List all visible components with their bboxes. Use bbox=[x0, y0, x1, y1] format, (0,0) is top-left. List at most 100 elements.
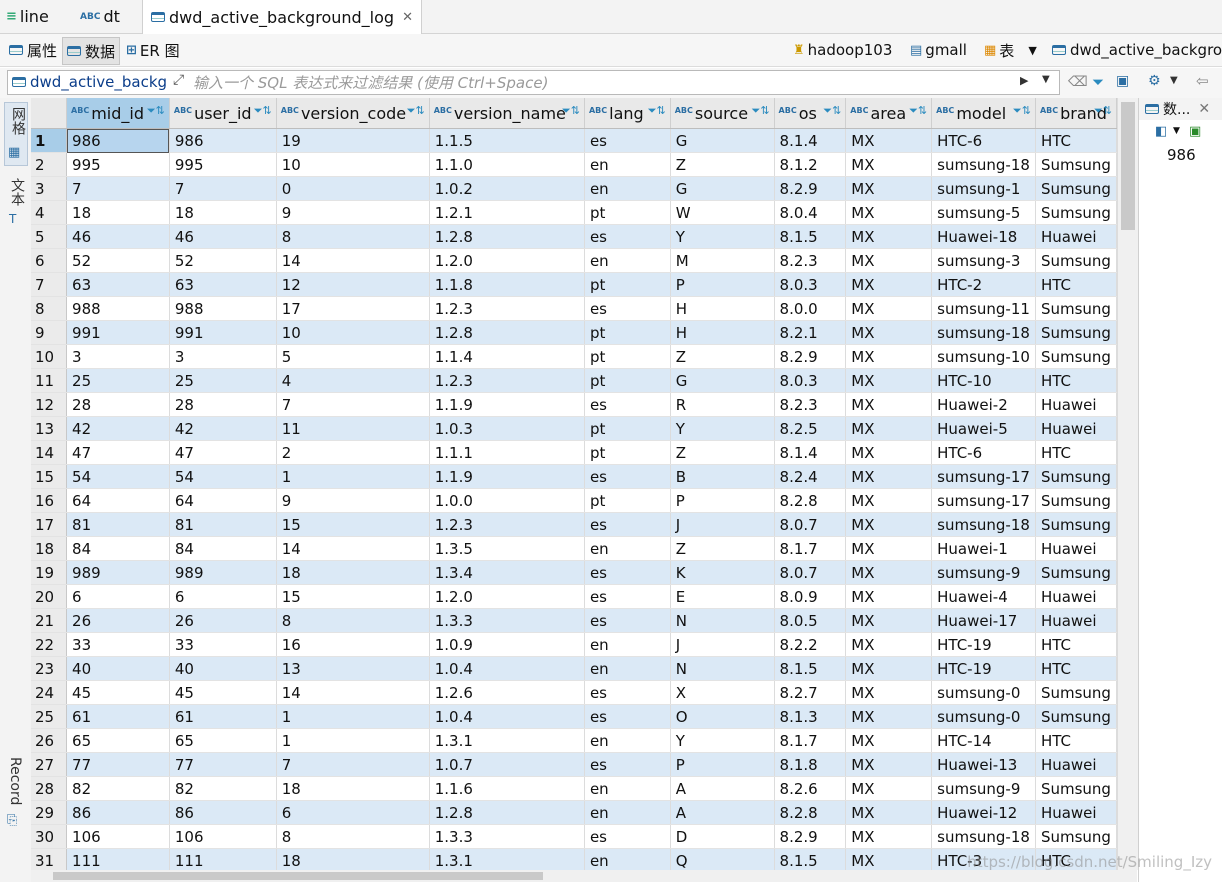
table-cell-model[interactable]: Huawei-2 bbox=[931, 392, 1036, 417]
table-cell-source[interactable]: P bbox=[670, 488, 775, 513]
table-cell-brand[interactable]: Sumsung bbox=[1035, 824, 1117, 849]
table-cell-lang[interactable]: es bbox=[584, 392, 671, 417]
table-cell-user-id[interactable]: 77 bbox=[169, 752, 277, 777]
table-cell-lang[interactable]: pt bbox=[584, 488, 671, 513]
sort-filter-icon[interactable]: ⏷⇅ bbox=[648, 104, 666, 118]
table-cell-mid-id[interactable]: 64 bbox=[66, 488, 170, 513]
table-cell-version-code[interactable]: 1 bbox=[276, 704, 430, 729]
table-cell-os[interactable]: 8.1.8 bbox=[774, 752, 847, 777]
table-cell-model[interactable]: sumsung-5 bbox=[931, 200, 1036, 225]
table-cell-area[interactable]: MX bbox=[845, 320, 933, 345]
horizontal-scrollbar[interactable] bbox=[31, 870, 1137, 882]
column-header-source[interactable]: ABC source ⏷⇅ bbox=[670, 98, 775, 129]
table-cell-brand[interactable]: HTC bbox=[1035, 632, 1117, 657]
table-cell-version-code[interactable]: 9 bbox=[276, 488, 430, 513]
table-cell-model[interactable]: sumsung-17 bbox=[931, 464, 1036, 489]
table-cell-lang[interactable]: es bbox=[584, 584, 671, 609]
table-cell-user-id[interactable]: 84 bbox=[169, 536, 277, 561]
table-row[interactable]: 24 45 45 14 1.2.6 es X 8.2.7 MX sumsung-0 Sumsung bbox=[31, 680, 1117, 705]
table-cell-version-name[interactable]: 1.2.3 bbox=[429, 368, 585, 393]
table-cell-user-id[interactable]: 111 bbox=[169, 848, 277, 870]
table-cell-version-name[interactable]: 1.2.3 bbox=[429, 512, 585, 537]
table-cell-version-code[interactable]: 4 bbox=[276, 368, 430, 393]
table-cell-area[interactable]: MX bbox=[845, 128, 933, 153]
table-cell-lang[interactable]: pt bbox=[584, 368, 671, 393]
table-cell-source[interactable]: A bbox=[670, 776, 775, 801]
table-cell-lang[interactable]: es bbox=[584, 752, 671, 777]
table-cell-lang[interactable]: pt bbox=[584, 200, 671, 225]
row-number[interactable]: 19 bbox=[31, 560, 68, 585]
table-cell-mid-id[interactable]: 7 bbox=[66, 176, 170, 201]
row-number[interactable]: 14 bbox=[31, 440, 68, 465]
table-cell-source[interactable]: N bbox=[670, 608, 775, 633]
record-mode-button[interactable]: Record ⎘ bbox=[4, 753, 26, 833]
table-cell-mid-id[interactable]: 77 bbox=[66, 752, 170, 777]
table-cell-brand[interactable]: Sumsung bbox=[1035, 776, 1117, 801]
table-cell-model[interactable]: sumsung-9 bbox=[931, 560, 1036, 585]
table-cell-model[interactable]: Huawei-12 bbox=[931, 800, 1036, 825]
table-cell-version-name[interactable]: 1.3.5 bbox=[429, 536, 585, 561]
table-cell-user-id[interactable]: 82 bbox=[169, 776, 277, 801]
table-cell-user-id[interactable]: 25 bbox=[169, 368, 277, 393]
table-cell-area[interactable]: MX bbox=[845, 848, 933, 870]
table-cell-version-code[interactable]: 8 bbox=[276, 608, 430, 633]
close-icon[interactable]: ✕ bbox=[1198, 101, 1210, 117]
breadcrumb-object-type[interactable]: ▦ 表 ▼ bbox=[984, 39, 1037, 61]
table-cell-user-id[interactable]: 106 bbox=[169, 824, 277, 849]
table-row[interactable]: 10 3 3 5 1.1.4 pt Z 8.2.9 MX sumsung-10 Sumsung bbox=[31, 344, 1117, 369]
table-cell-lang[interactable]: es bbox=[584, 680, 671, 705]
column-header-user-id[interactable]: ABC user_id ⏷⇅ bbox=[169, 98, 277, 129]
table-cell-version-name[interactable]: 1.1.6 bbox=[429, 776, 585, 801]
sort-filter-icon[interactable]: ⏷⇅ bbox=[407, 104, 425, 118]
column-header-area[interactable]: ABC area ⏷⇅ bbox=[845, 98, 933, 129]
table-cell-area[interactable]: MX bbox=[845, 704, 933, 729]
table-cell-source[interactable]: H bbox=[670, 320, 775, 345]
table-cell-model[interactable]: Huawei-18 bbox=[931, 224, 1036, 249]
table-cell-model[interactable]: Huawei-5 bbox=[931, 416, 1036, 441]
table-cell-model[interactable]: sumsung-1 bbox=[931, 176, 1036, 201]
table-row[interactable]: 5 46 46 8 1.2.8 es Y 8.1.5 MX Huawei-18 Huawei bbox=[31, 224, 1117, 249]
table-cell-mid-id[interactable]: 52 bbox=[66, 248, 170, 273]
table-cell-version-name[interactable]: 1.2.0 bbox=[429, 584, 585, 609]
row-number[interactable]: 21 bbox=[31, 608, 68, 633]
filter-input[interactable] bbox=[193, 73, 1013, 93]
table-row[interactable]: 15 54 54 1 1.1.9 es B 8.2.4 MX sumsung-17 Sumsung bbox=[31, 464, 1117, 489]
table-cell-source[interactable]: O bbox=[670, 704, 775, 729]
table-cell-source[interactable]: P bbox=[670, 752, 775, 777]
table-cell-mid-id[interactable]: 988 bbox=[66, 296, 170, 321]
table-cell-source[interactable]: K bbox=[670, 560, 775, 585]
table-cell-user-id[interactable]: 45 bbox=[169, 680, 277, 705]
row-number[interactable]: 12 bbox=[31, 392, 68, 417]
table-cell-mid-id[interactable]: 46 bbox=[66, 224, 170, 249]
table-cell-os[interactable]: 8.2.9 bbox=[774, 344, 847, 369]
table-cell-brand[interactable]: Sumsung bbox=[1035, 296, 1117, 321]
table-cell-version-code[interactable]: 8 bbox=[276, 224, 430, 249]
table-row[interactable]: 22 33 33 16 1.0.9 en J 8.2.2 MX HTC-19 HTC bbox=[31, 632, 1117, 657]
table-row[interactable]: 4 18 18 9 1.2.1 pt W 8.0.4 MX sumsung-5 Sumsung bbox=[31, 200, 1117, 225]
table-row[interactable]: 13 42 42 11 1.0.3 pt Y 8.2.5 MX Huawei-5 Huawei bbox=[31, 416, 1117, 441]
table-cell-lang[interactable]: es bbox=[584, 608, 671, 633]
table-cell-brand[interactable]: Huawei bbox=[1035, 608, 1117, 633]
table-cell-version-code[interactable]: 6 bbox=[276, 800, 430, 825]
table-cell-area[interactable]: MX bbox=[845, 680, 933, 705]
table-row[interactable]: 6 52 52 14 1.2.0 en M 8.2.3 MX sumsung-3 Sumsung bbox=[31, 248, 1117, 273]
table-cell-user-id[interactable]: 42 bbox=[169, 416, 277, 441]
table-cell-brand[interactable]: Sumsung bbox=[1035, 320, 1117, 345]
table-cell-version-code[interactable]: 0 bbox=[276, 176, 430, 201]
table-cell-brand[interactable]: Sumsung bbox=[1035, 560, 1117, 585]
table-cell-version-code[interactable]: 2 bbox=[276, 440, 430, 465]
table-row[interactable]: 7 63 63 12 1.1.8 pt P 8.0.3 MX HTC-2 HTC bbox=[31, 272, 1117, 297]
row-number[interactable]: 3 bbox=[31, 176, 68, 201]
table-cell-version-name[interactable]: 1.1.8 bbox=[429, 272, 585, 297]
row-number[interactable]: 13 bbox=[31, 416, 68, 441]
table-cell-lang[interactable]: es bbox=[584, 560, 671, 585]
table-cell-version-code[interactable]: 14 bbox=[276, 680, 430, 705]
table-cell-area[interactable]: MX bbox=[845, 176, 933, 201]
table-cell-user-id[interactable]: 26 bbox=[169, 608, 277, 633]
table-row[interactable]: 21 26 26 8 1.3.3 es N 8.0.5 MX Huawei-17 Huawei bbox=[31, 608, 1117, 633]
table-cell-source[interactable]: A bbox=[670, 800, 775, 825]
tab-properties[interactable]: 属性 bbox=[5, 37, 61, 63]
table-cell-area[interactable]: MX bbox=[845, 824, 933, 849]
sort-filter-icon[interactable]: ⏷⇅ bbox=[562, 104, 580, 118]
row-number[interactable]: 24 bbox=[31, 680, 68, 705]
